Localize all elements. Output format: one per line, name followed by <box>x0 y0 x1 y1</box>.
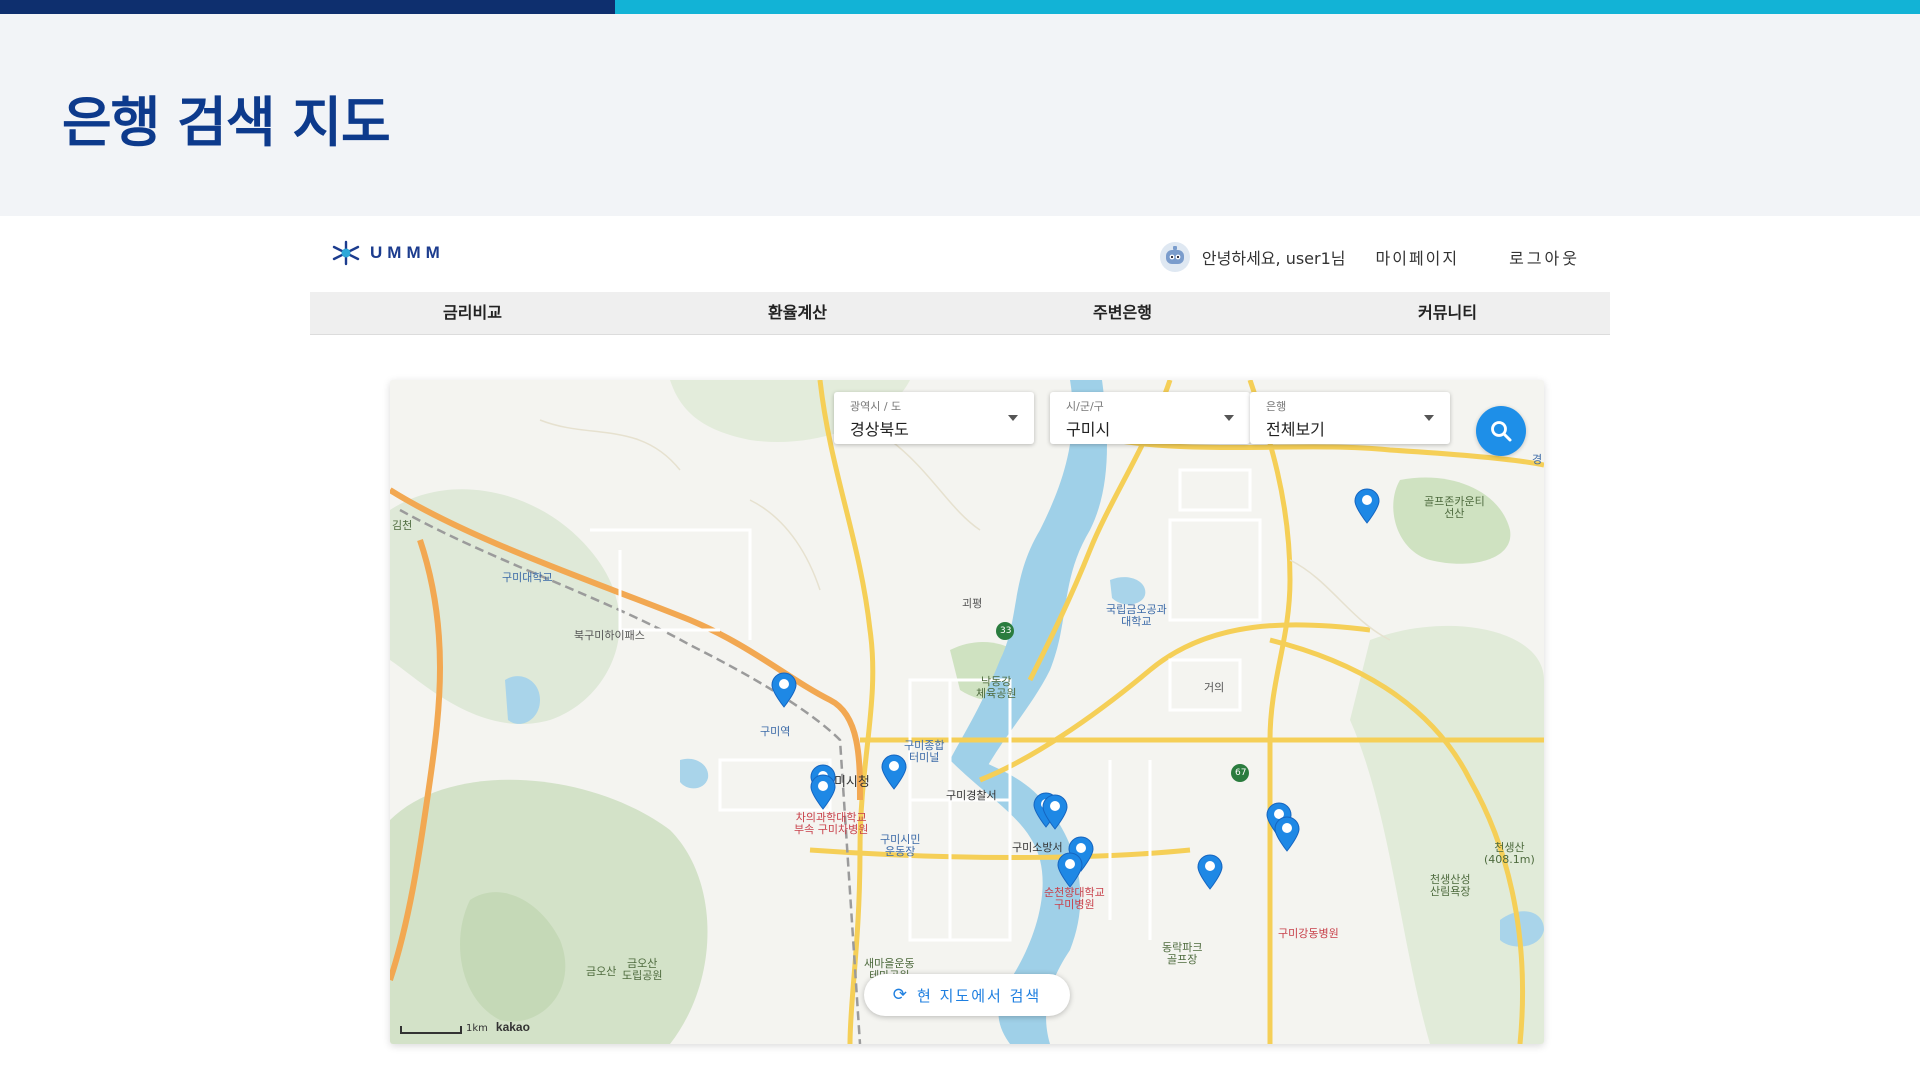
scale-label: 1km <box>466 1023 488 1034</box>
map-label-golf-country: 골프존카운티 선산 <box>1424 495 1485 520</box>
province-select-label: 광역시 / 도 <box>850 400 902 413</box>
map-label-gumi-station: 구미역 <box>760 725 791 738</box>
map-label-cheonsaeng-mt: 천생산 (408.1m) <box>1484 841 1535 866</box>
bank-marker[interactable] <box>1042 794 1068 830</box>
greeting-text: 안녕하세요, user1님 <box>1201 249 1346 268</box>
search-icon <box>1491 421 1512 442</box>
map-pin-icon <box>1197 854 1223 890</box>
bank-select-label: 은행 <box>1266 400 1287 413</box>
logo-text: UMMM <box>370 243 445 262</box>
bank-marker[interactable] <box>1057 852 1083 888</box>
bank-marker[interactable] <box>1197 854 1223 890</box>
accent-bar-light <box>615 0 1920 14</box>
nav-item-nearby-bank[interactable]: 주변은행 <box>960 292 1285 334</box>
search-current-map-label: 현 지도에서 검색 <box>917 986 1042 1005</box>
bank-marker[interactable] <box>1354 488 1380 524</box>
map-label-kumoh-univ: 국립금오공과 대학교 <box>1106 603 1167 628</box>
app-window: UMMM 안녕하세요, user1님 마이페이지 로그아웃 금리비교 환율계산 … <box>310 216 1610 1080</box>
logo[interactable]: UMMM <box>328 240 445 266</box>
refresh-icon: ⟳ <box>892 985 910 1005</box>
city-select-value: 구미시 <box>1066 420 1111 439</box>
nav-item-rate-compare[interactable]: 금리비교 <box>310 292 635 334</box>
map-label-geumosan: 금오산 <box>586 965 617 978</box>
map-label-soonchunhyang: 순천향대학교 구미병원 <box>1044 886 1105 911</box>
map-label-gumi-terminal: 구미종합 터미널 <box>904 739 945 764</box>
chevron-down-icon <box>1424 415 1434 421</box>
chevron-down-icon <box>1008 415 1018 421</box>
map-label-cheonsaeng-forest: 천생산성 산림욕장 <box>1430 873 1471 898</box>
map-label-bukgumi-ic: 북구미하이패스 <box>574 629 645 642</box>
page-title: 은행 검색 지도 <box>62 91 391 154</box>
city-select[interactable]: 시/군/구 구미시 <box>1050 392 1250 444</box>
search-button[interactable] <box>1476 406 1526 456</box>
map-pin-icon <box>1354 488 1380 524</box>
map-label-nakdong-park: 낙동강 체육공원 <box>976 675 1017 700</box>
map-label-geoui: 거의 <box>1204 681 1225 694</box>
map-pin-icon <box>810 774 836 810</box>
map-label-geumosan-park: 금오산 도립공원 <box>622 957 663 982</box>
bank-marker[interactable] <box>881 754 907 790</box>
map-label-cha-hospital: 차의과학대학교 부속 구미차병원 <box>794 811 869 836</box>
logout-link[interactable]: 로그아웃 <box>1509 245 1580 269</box>
map-brand: kakao <box>495 1020 530 1034</box>
accent-bar-dark <box>0 0 615 14</box>
province-select[interactable]: 광역시 / 도 경상북도 <box>834 392 1034 444</box>
map-label-gumi-police: 구미경찰서 <box>946 789 997 802</box>
map-label-gumi-stadium: 구미시민 운동장 <box>880 833 921 858</box>
map-label-route33: 33 <box>1000 626 1012 636</box>
robot-avatar-icon <box>1165 246 1184 264</box>
bank-marker[interactable] <box>1274 816 1300 852</box>
avatar <box>1159 242 1190 272</box>
nav-item-community[interactable]: 커뮤니티 <box>1285 292 1610 334</box>
bank-marker[interactable] <box>771 672 797 708</box>
top-accent-bar <box>0 0 1920 14</box>
map-label-gumi-univ: 구미대학교 <box>502 571 553 584</box>
map-label-gwapyeong: 괴평 <box>962 597 983 610</box>
map-label-gimcheon: 김천 <box>392 519 413 532</box>
map-label-route67: 67 <box>1235 768 1247 778</box>
user-menu: 안녕하세요, user1님 마이페이지 로그아웃 <box>1159 242 1580 272</box>
chevron-down-icon <box>1224 415 1234 421</box>
city-select-label: 시/군/구 <box>1066 400 1104 413</box>
scale-bar <box>400 1026 462 1034</box>
nav-item-exchange-calc[interactable]: 환율계산 <box>635 292 960 334</box>
bank-map[interactable]: 김천 구미대학교 북구미하이패스 구미역 구미시청 구미종합 터미널 구미경찰서… <box>390 380 1544 1044</box>
map-label-gumi-fire: 구미소방서 <box>1012 841 1063 854</box>
map-label-kyung: 경 <box>1532 453 1543 466</box>
bank-marker[interactable] <box>810 774 836 810</box>
map-pin-icon <box>1057 852 1083 888</box>
province-select-value: 경상북도 <box>850 420 909 439</box>
map-pin-icon <box>881 754 907 790</box>
snowflake-logo-icon <box>332 240 360 266</box>
map-pin-icon <box>1274 816 1300 852</box>
map-scale: 1km kakao <box>400 1020 530 1034</box>
search-current-map-button[interactable]: ⟳ 현 지도에서 검색 <box>864 974 1070 1016</box>
main-nav: 금리비교 환율계산 주변은행 커뮤니티 <box>310 292 1610 335</box>
map-pin-icon <box>1042 794 1068 830</box>
map-label-gangdong-hospital: 구미강동병원 <box>1278 927 1339 940</box>
bank-select-value: 전체보기 <box>1266 420 1325 439</box>
mypage-link[interactable]: 마이페이지 <box>1376 245 1460 269</box>
map-label-dongrak-golf: 동락파크 골프장 <box>1162 941 1203 966</box>
bank-select[interactable]: 은행 전체보기 <box>1250 392 1450 444</box>
map-base-layer <box>390 380 1544 1044</box>
hero-banner: 은행 검색 지도 <box>0 14 1920 216</box>
map-pin-icon <box>771 672 797 708</box>
